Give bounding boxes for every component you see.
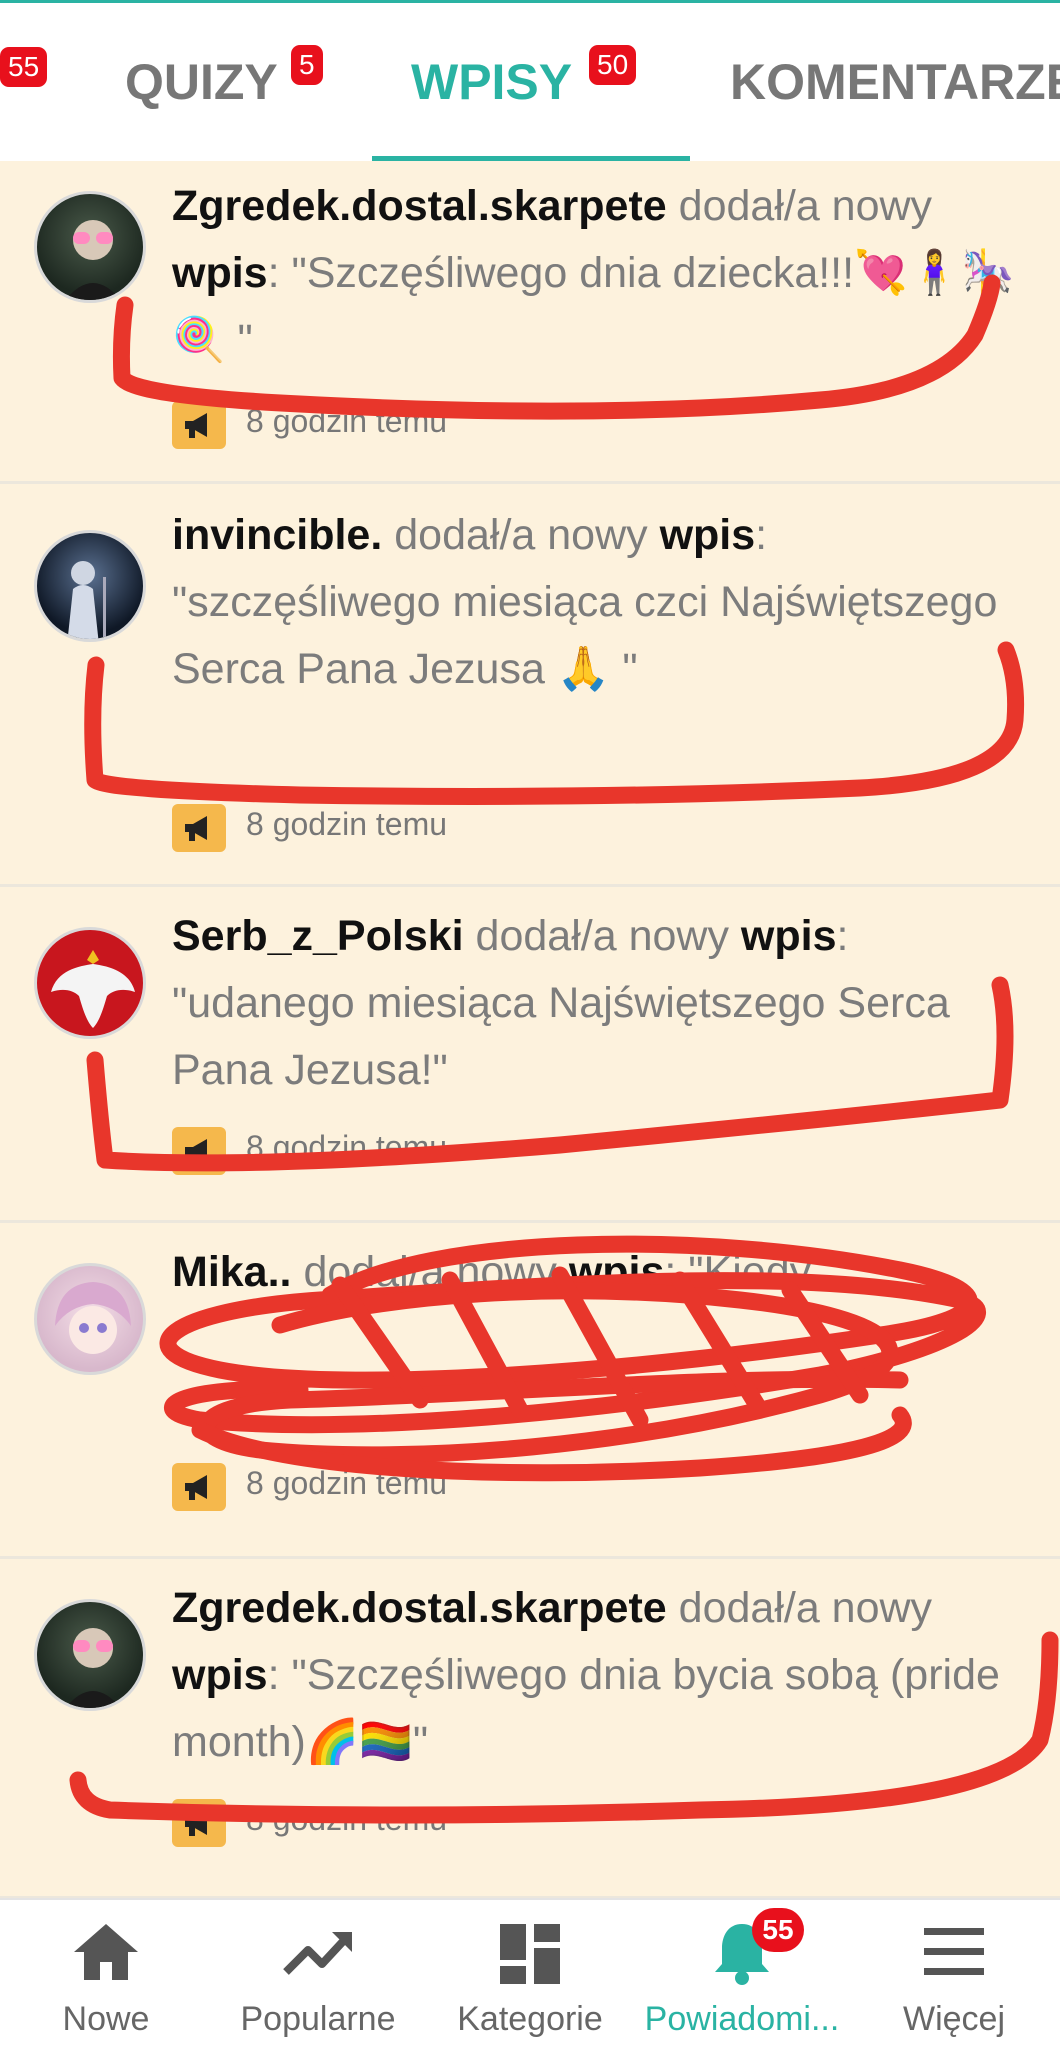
post-content: "szczęśliwego miesiąca czci Najświętszeg…	[172, 578, 998, 693]
nav-label: Powiadomi...	[644, 2000, 840, 2038]
feed-item[interactable]: Mika.. dodał/a nowy wpis: "Kiedy ..." 8 …	[0, 1223, 1060, 1559]
avatar[interactable]	[34, 191, 146, 303]
nav-powiadomienia[interactable]: 55 Powiadomi...	[636, 1900, 848, 2060]
timestamp: 8 godzin temu	[246, 1465, 448, 1501]
timestamp: 8 godzin temu	[246, 1801, 448, 1837]
home-icon	[74, 1924, 138, 1980]
nav-popularne[interactable]: Popularne	[212, 1900, 424, 2060]
timestamp: 8 godzin temu	[246, 806, 448, 842]
username[interactable]: Zgredek.dostal.skarpete	[172, 182, 667, 230]
menu-icon	[924, 1928, 984, 1975]
feed-item[interactable]: invincible. dodał/a nowy wpis: "szczęśli…	[0, 484, 1060, 887]
categories-icon	[500, 1924, 560, 1984]
nav-label: Nowe	[62, 2000, 150, 2038]
feed-item[interactable]: Zgredek.dostal.skarpete dodał/a nowy wpi…	[0, 161, 1060, 484]
megaphone-icon	[185, 816, 207, 841]
username[interactable]: Zgredek.dostal.skarpete	[172, 1584, 667, 1632]
action-text: dodał/a nowy	[678, 1584, 933, 1632]
keyword[interactable]: wpis	[569, 1248, 665, 1296]
post-content: "Szczęśliwego dnia bycia sobą (pride mon…	[172, 1651, 1000, 1766]
tab-bar: 55 QUIZY 5 WPISY 50 KOMENTARZE	[0, 3, 1060, 161]
nav-nowe[interactable]: Nowe	[0, 1900, 212, 2060]
username[interactable]: Mika..	[172, 1248, 292, 1296]
notification-badge: 55	[752, 1908, 804, 1952]
megaphone-badge	[172, 804, 226, 852]
feed-item[interactable]: Zgredek.dostal.skarpete dodał/a nowy wpi…	[0, 1559, 1060, 1899]
keyword[interactable]: wpis	[172, 1651, 268, 1699]
tab-wpisy[interactable]: WPISY 50	[411, 45, 637, 111]
keyword[interactable]: wpis	[660, 511, 756, 559]
megaphone-icon	[185, 1139, 207, 1164]
username[interactable]: invincible.	[172, 511, 382, 559]
action-text: dodał/a nowy	[475, 912, 729, 960]
timestamp: 8 godzin temu	[246, 1129, 448, 1165]
eagle-emblem-icon	[51, 950, 135, 1028]
feed-item-text: Zgredek.dostal.skarpete dodał/a nowy wpi…	[172, 1584, 1000, 1766]
avatar[interactable]	[34, 530, 146, 642]
trending-icon	[283, 1932, 352, 1975]
keyword[interactable]: wpis	[741, 912, 837, 960]
tab-quizy-badge: 5	[291, 45, 323, 85]
avatar[interactable]	[34, 927, 146, 1039]
megaphone-icon	[185, 413, 207, 438]
avatar-image-icon	[65, 1628, 121, 1708]
tab-quizy[interactable]: QUIZY 5	[125, 45, 323, 111]
avatar-image-icon	[67, 561, 106, 639]
megaphone-badge	[172, 1127, 226, 1175]
tab-previous-badge: 55	[0, 47, 48, 87]
keyword[interactable]: wpis	[172, 249, 268, 297]
avatar[interactable]	[34, 1263, 146, 1375]
megaphone-badge	[172, 401, 226, 449]
tab-komentarze[interactable]: KOMENTARZE	[730, 53, 1060, 111]
tab-komentarze-label: KOMENTARZE	[730, 54, 1060, 110]
feed-item-text: invincible. dodał/a nowy wpis: "szczęśli…	[172, 511, 998, 693]
post-content: "udanego miesiąca Najświętszego Serca Pa…	[172, 979, 950, 1094]
tab-wpisy-label: WPISY	[411, 54, 573, 110]
nav-label: Więcej	[902, 2000, 1006, 2038]
bottom-navigation: Nowe Popularne Kategorie 55 Powiadomi...	[0, 1898, 1060, 2060]
feed-item[interactable]: Serb_z_Polski dodał/a nowy wpis: "udaneg…	[0, 887, 1060, 1223]
post-content: "Szczęśliwego dnia dziecka!!!💘🧍‍♀️🎠🍭 "	[172, 249, 1015, 364]
nav-wiecej[interactable]: Więcej	[848, 1900, 1060, 2060]
megaphone-badge	[172, 1799, 226, 1847]
action-text: dodał/a nowy	[678, 182, 933, 230]
nav-label: Kategorie	[457, 2000, 603, 2038]
nav-kategorie[interactable]: Kategorie	[424, 1900, 636, 2060]
feed-item-text: Mika.. dodał/a nowy wpis: "Kiedy ..."	[172, 1248, 875, 1296]
feed-item-text: Zgredek.dostal.skarpete dodał/a nowy wpi…	[172, 182, 1015, 364]
action-text: dodał/a nowy	[394, 511, 648, 559]
megaphone-icon	[185, 1811, 207, 1836]
avatar[interactable]	[34, 1599, 146, 1711]
post-content: "Kiedy ..."	[688, 1248, 875, 1296]
nav-label: Popularne	[240, 2000, 396, 2038]
timestamp: 8 godzin temu	[246, 403, 448, 439]
feed-item-text: Serb_z_Polski dodał/a nowy wpis: "udaneg…	[172, 912, 950, 1094]
action-text: dodał/a nowy	[303, 1248, 557, 1296]
megaphone-badge	[172, 1463, 226, 1511]
avatar-image-icon	[65, 220, 121, 300]
tab-quizy-label: QUIZY	[125, 54, 278, 110]
username[interactable]: Serb_z_Polski	[172, 912, 464, 960]
avatar-image-icon	[55, 1282, 131, 1354]
tab-wpisy-badge: 50	[589, 45, 637, 85]
megaphone-icon	[185, 1475, 207, 1500]
